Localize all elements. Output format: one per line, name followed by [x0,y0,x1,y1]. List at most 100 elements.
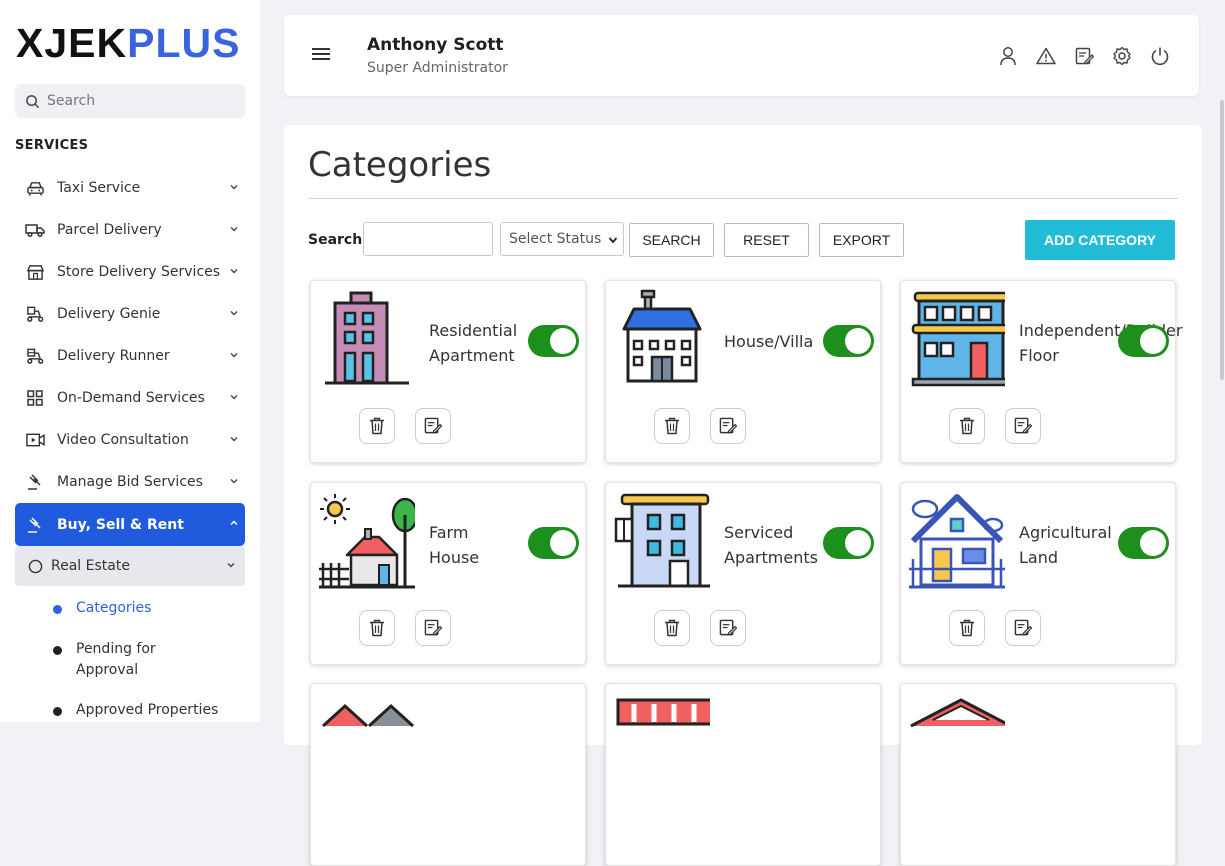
category-name: House/Villa [724,332,814,351]
leaf-label: Pending for Approval [76,641,156,678]
delete-button[interactable] [359,408,395,444]
status-toggle[interactable] [823,325,874,357]
circle-icon [28,559,43,573]
sidebar-item-buy-sell-rent[interactable]: Buy, Sell & Rent [15,503,245,546]
sidebar-item-video-consultation[interactable]: Video Consultation [15,419,245,461]
sidebar-item-store-delivery-services[interactable]: Store Delivery Services [15,251,245,293]
reset-button[interactable]: RESET [724,223,809,257]
chevron-down-icon [230,269,238,274]
edit-button[interactable] [415,408,451,444]
sidebar-item-label: Video Consultation [57,432,189,448]
user-name: Anthony Scott [367,35,504,55]
add-category-button[interactable]: ADD CATEGORY [1025,220,1175,260]
category-card: Residential Apartment [310,280,586,463]
bullet-icon [53,605,62,614]
agricultural-house-icon [909,494,1005,589]
chevron-down-icon [608,237,618,244]
category-card: Agricultural Land [900,482,1176,665]
sidebar-item-parcel-delivery[interactable]: Parcel Delivery [15,209,245,251]
sidebar-item-taxi-service[interactable]: Taxi Service [15,167,245,209]
sidebar-leaf-approved-properties[interactable]: Approved Properties [15,700,245,721]
category-name: Farm House [429,523,480,567]
user-icon[interactable] [997,45,1019,67]
sidebar-item-delivery-runner[interactable]: Delivery Runner [15,335,245,377]
user-role: Super Administrator [367,60,508,76]
sidebar-item-on-demand-services[interactable]: On-Demand Services [15,377,245,419]
chevron-down-icon [230,227,238,232]
sidebar-item-label: Delivery Genie [57,306,161,322]
status-toggle[interactable] [528,325,579,357]
chevron-down-icon [227,563,235,568]
edit-document-icon [424,619,442,636]
taxi-icon [25,178,45,198]
sidebar-search[interactable]: Search [15,84,245,118]
export-button[interactable]: EXPORT [819,223,904,257]
chevron-down-icon [230,185,238,190]
delete-button[interactable] [949,610,985,646]
gear-icon[interactable] [1111,45,1133,67]
bullet-icon [53,646,62,655]
trash-icon [370,619,384,637]
edit-document-icon [1014,619,1032,636]
edit-button[interactable] [415,610,451,646]
search-icon [26,94,40,108]
trash-icon [665,417,679,435]
status-toggle[interactable] [823,527,874,559]
top-icons [997,45,1171,67]
trash-icon [960,417,974,435]
sidebar-search-placeholder: Search [47,93,96,109]
delete-button[interactable] [654,610,690,646]
status-select[interactable]: Select Status [500,222,624,256]
category-card [900,683,1176,866]
category-card [310,683,586,866]
sidebar-item-label: Parcel Delivery [57,222,162,238]
trash-icon [960,619,974,637]
category-card: Farm House [310,482,586,665]
store-icon [25,262,45,282]
sidebar-item-label: Buy, Sell & Rent [57,516,184,533]
delete-button[interactable] [359,610,395,646]
edit-button[interactable] [710,610,746,646]
trash-icon [665,619,679,637]
delete-button[interactable] [654,408,690,444]
warning-icon[interactable] [1035,45,1057,67]
roof-icon [910,698,1005,728]
edit-button[interactable] [1005,610,1041,646]
sidebar-item-manage-bid-services[interactable]: Manage Bid Services [15,461,245,503]
submenu-label: Real Estate [51,558,130,574]
sidebar-leaf-categories[interactable]: Categories [15,598,245,619]
scrollbar-thumb[interactable] [1220,100,1224,380]
status-toggle[interactable] [1118,325,1169,357]
search-label: Search: [308,232,368,248]
bullet-icon [53,707,62,716]
farm-house-icon [319,494,415,589]
edit-button[interactable] [710,408,746,444]
brand-logo[interactable]: XJEKPLUS [16,20,240,66]
power-icon[interactable] [1149,45,1171,67]
runner-scooter-icon [25,346,45,366]
sidebar-leaf-pending-approval[interactable]: Pending for Approval [15,639,165,681]
chevron-down-icon [230,353,238,358]
gavel-icon [25,472,45,492]
edit-document-icon[interactable] [1073,45,1095,67]
truck-icon [25,220,45,240]
categories-panel: Categories Search: Select Status SEARCH … [284,125,1202,866]
delete-button[interactable] [949,408,985,444]
status-select-value: Select Status [509,231,602,247]
hamburger-menu-icon[interactable] [312,48,330,61]
page-scrollbar[interactable] [1219,0,1225,722]
status-toggle[interactable] [1118,527,1169,559]
trash-icon [370,417,384,435]
chevron-down-icon [230,479,238,484]
status-toggle[interactable] [528,527,579,559]
sidebar-menu: Taxi Service Parcel Delivery Store Deliv… [15,167,245,721]
sidebar-item-label: Store Delivery Services [57,264,221,280]
sidebar-item-delivery-genie[interactable]: Delivery Genie [15,293,245,335]
submenu-real-estate[interactable]: Real Estate [15,546,245,586]
edit-button[interactable] [1005,408,1041,444]
top-bar: Anthony Scott Super Administrator [284,15,1199,96]
search-input[interactable] [363,222,493,256]
sidebar-item-label: Delivery Runner [57,348,170,364]
search-button[interactable]: SEARCH [629,223,714,257]
leaf-label: Approved Properties [76,702,219,718]
